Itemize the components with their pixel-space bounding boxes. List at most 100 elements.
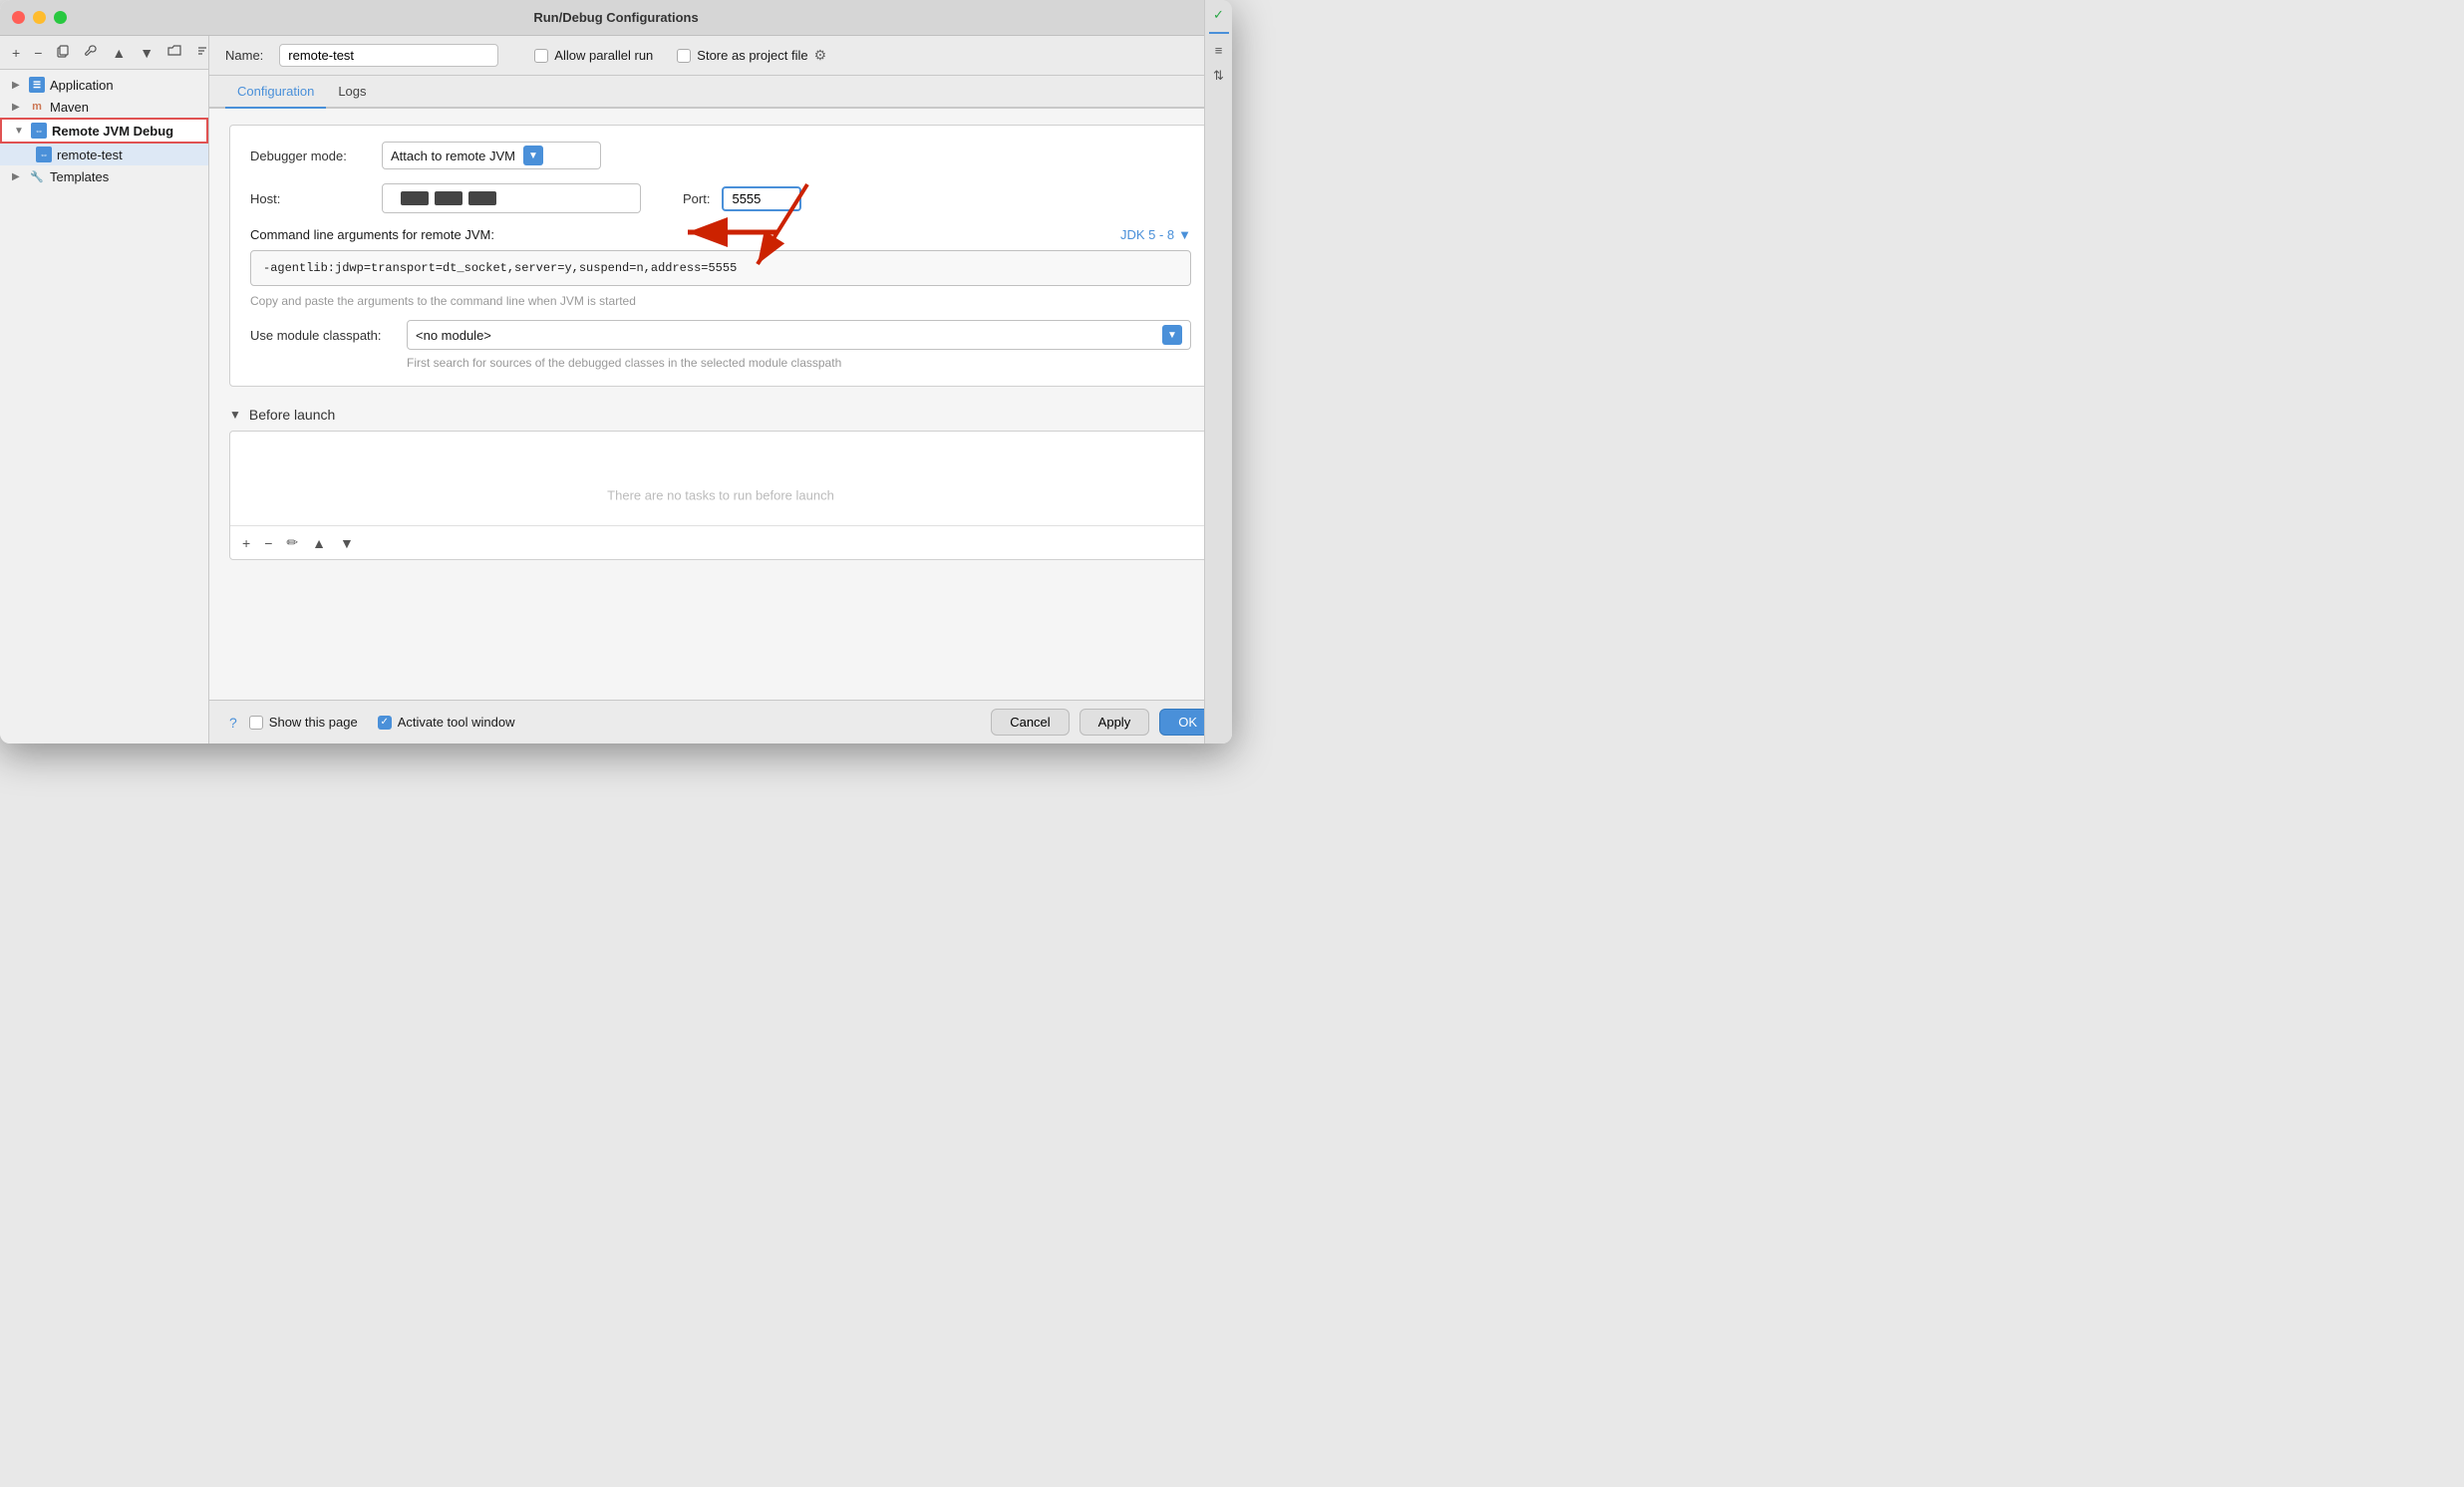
remote-test-icon: ⇔ xyxy=(36,147,52,162)
move-down-button[interactable]: ▼ xyxy=(136,43,157,63)
footer-left: ? Show this page ✓ Activate tool window xyxy=(225,713,514,733)
store-project-label: Store as project file xyxy=(697,48,807,63)
right-edge-panel: ✓ ≡ ⇅ xyxy=(1204,36,1232,744)
apply-button[interactable]: Apply xyxy=(1079,709,1150,736)
main-content: + − ▲ ▼ xyxy=(0,36,1232,744)
remote-jvm-debug-label: Remote JVM Debug xyxy=(52,124,173,139)
config-tree: ▶ ☰ Application ▶ m Maven ▼ ⇔ Remote JVM… xyxy=(0,70,208,744)
host-block-3 xyxy=(468,191,496,205)
name-label: Name: xyxy=(225,48,263,63)
tree-item-templates[interactable]: ▶ 🔧 Templates xyxy=(0,165,208,187)
right-panel: Name: Allow parallel run Store as projec… xyxy=(209,36,1232,744)
before-launch-label: Before launch xyxy=(249,407,335,423)
help-button[interactable]: ? xyxy=(225,713,241,733)
module-arrow-icon: ▼ xyxy=(1162,325,1182,345)
cmdline-box: -agentlib:jdwp=transport=dt_socket,serve… xyxy=(250,250,1191,286)
before-launch-content: There are no tasks to run before launch … xyxy=(229,431,1212,560)
main-form-section: Debugger mode: Attach to remote JVM ▼ Ho… xyxy=(229,125,1212,387)
show-page-option: Show this page xyxy=(249,715,358,730)
tab-configuration[interactable]: Configuration xyxy=(225,76,326,109)
before-launch-up-button[interactable]: ▲ xyxy=(308,532,330,553)
top-bar: Name: Allow parallel run Store as projec… xyxy=(209,36,1232,76)
parallel-run-option: Allow parallel run xyxy=(534,48,653,63)
close-button[interactable] xyxy=(12,11,25,24)
move-up-button[interactable]: ▲ xyxy=(108,43,130,63)
cmdline-section: Command line arguments for remote JVM: J… xyxy=(250,227,1191,308)
collapse-arrow-icon: ▼ xyxy=(229,408,241,422)
application-label: Application xyxy=(50,78,114,93)
titlebar: Run/Debug Configurations xyxy=(0,0,1232,36)
edge-list2-button[interactable]: ⇅ xyxy=(1208,65,1230,87)
tree-arrow-maven: ▶ xyxy=(12,102,24,113)
module-select[interactable]: <no module> ▼ xyxy=(407,320,1191,350)
tree-item-application[interactable]: ▶ ☰ Application xyxy=(0,74,208,96)
tree-arrow-remote-jvm: ▼ xyxy=(14,126,26,137)
host-input[interactable] xyxy=(382,183,641,213)
main-window: Run/Debug Configurations + − xyxy=(0,0,1232,744)
parallel-run-label: Allow parallel run xyxy=(554,48,653,63)
host-block-2 xyxy=(435,191,462,205)
maximize-button[interactable] xyxy=(54,11,67,24)
copy-config-button[interactable] xyxy=(52,42,74,63)
config-content: Debugger mode: Attach to remote JVM ▼ Ho… xyxy=(209,109,1232,700)
cancel-button[interactable]: Cancel xyxy=(991,709,1069,736)
jdk-select[interactable]: JDK 5 - 8 ▼ xyxy=(1120,227,1191,242)
sort-icon xyxy=(195,44,209,58)
footer-buttons: Cancel Apply OK xyxy=(991,709,1216,736)
tab-logs[interactable]: Logs xyxy=(326,76,378,109)
store-project-checkbox[interactable] xyxy=(677,49,691,63)
add-config-button[interactable]: + xyxy=(8,43,24,63)
activate-window-label: Activate tool window xyxy=(398,715,515,730)
before-launch-section: ▼ Before launch There are no tasks to ru… xyxy=(229,399,1212,560)
before-launch-down-button[interactable]: ▼ xyxy=(336,532,358,553)
cmdline-hint: Copy and paste the arguments to the comm… xyxy=(250,294,1191,308)
before-launch-edit-button[interactable]: ✏ xyxy=(282,532,302,553)
module-hint: First search for sources of the debugged… xyxy=(250,356,1191,370)
remote-jvm-icon: ⇔ xyxy=(31,123,47,139)
remove-config-button[interactable]: − xyxy=(30,43,46,63)
module-label: Use module classpath: xyxy=(250,328,395,343)
module-row: Use module classpath: <no module> ▼ xyxy=(250,320,1191,350)
show-page-checkbox[interactable] xyxy=(249,716,263,730)
minimize-button[interactable] xyxy=(33,11,46,24)
port-input[interactable] xyxy=(722,186,801,211)
activate-window-checkbox[interactable]: ✓ xyxy=(378,716,392,730)
edge-list-button[interactable]: ≡ xyxy=(1208,40,1230,61)
tabs: Configuration Logs xyxy=(209,76,1232,109)
cmdline-label: Command line arguments for remote JVM: xyxy=(250,227,494,242)
host-blocks xyxy=(393,188,504,208)
empty-tasks-text: There are no tasks to run before launch xyxy=(607,488,834,503)
before-launch-header[interactable]: ▼ Before launch xyxy=(229,399,1212,431)
before-launch-toolbar: + − ✏ ▲ ▼ xyxy=(230,525,1211,559)
templates-icon: 🔧 xyxy=(29,168,45,184)
jdk-label: JDK 5 - 8 xyxy=(1120,227,1174,242)
before-launch-add-button[interactable]: + xyxy=(238,532,254,553)
parallel-run-checkbox[interactable] xyxy=(534,49,548,63)
jdk-arrow-icon: ▼ xyxy=(1178,227,1191,242)
host-block-1 xyxy=(401,191,429,205)
tree-arrow-templates: ▶ xyxy=(12,171,24,182)
before-launch-remove-button[interactable]: − xyxy=(260,532,276,553)
debugger-mode-select[interactable]: Attach to remote JVM ▼ xyxy=(382,142,601,169)
wrench-icon xyxy=(84,44,98,58)
copy-icon xyxy=(56,44,70,58)
settings-button[interactable] xyxy=(80,42,102,63)
tree-item-remote-jvm-debug[interactable]: ▼ ⇔ Remote JVM Debug xyxy=(0,118,208,144)
tree-item-remote-test[interactable]: ⇔ remote-test xyxy=(0,144,208,165)
tree-item-maven[interactable]: ▶ m Maven xyxy=(0,96,208,118)
remote-test-label: remote-test xyxy=(57,148,123,162)
window-controls xyxy=(12,11,67,24)
debugger-mode-row: Debugger mode: Attach to remote JVM ▼ xyxy=(250,142,1191,169)
folder-button[interactable] xyxy=(163,42,185,63)
left-panel: + − ▲ ▼ xyxy=(0,36,209,744)
debugger-mode-arrow-icon: ▼ xyxy=(523,146,543,165)
templates-label: Templates xyxy=(50,169,109,184)
store-project-gear-button[interactable]: ⚙ xyxy=(814,47,827,64)
port-label: Port: xyxy=(683,191,710,206)
activate-window-option: ✓ Activate tool window xyxy=(378,715,515,730)
maven-label: Maven xyxy=(50,100,89,115)
show-page-label: Show this page xyxy=(269,715,358,730)
debugger-mode-label: Debugger mode: xyxy=(250,149,370,163)
name-input[interactable] xyxy=(279,44,498,67)
window-title: Run/Debug Configurations xyxy=(533,10,698,25)
